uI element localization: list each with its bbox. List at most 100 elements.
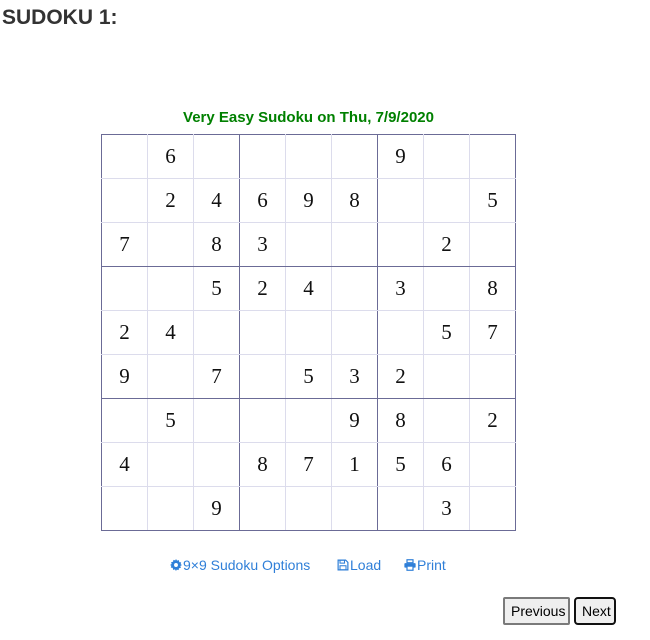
empty-cell[interactable] (147, 354, 194, 399)
empty-cell[interactable] (331, 486, 378, 531)
given-cell[interactable]: 9 (193, 486, 240, 531)
empty-cell[interactable] (147, 486, 194, 531)
given-cell[interactable]: 6 (423, 442, 470, 487)
previous-button[interactable]: Previous (503, 597, 570, 625)
empty-cell[interactable] (147, 222, 194, 267)
empty-cell[interactable] (285, 310, 332, 355)
given-cell[interactable]: 4 (101, 442, 148, 487)
given-cell[interactable]: 4 (147, 310, 194, 355)
empty-cell[interactable] (193, 310, 240, 355)
given-cell[interactable]: 3 (423, 486, 470, 531)
empty-cell[interactable] (101, 486, 148, 531)
empty-cell[interactable] (239, 354, 286, 399)
empty-cell[interactable] (193, 442, 240, 487)
given-cell[interactable]: 7 (193, 354, 240, 399)
empty-cell[interactable] (193, 398, 240, 443)
grid-row: 69 (101, 134, 516, 179)
given-cell[interactable]: 5 (147, 398, 194, 443)
given-cell[interactable]: 7 (101, 222, 148, 267)
empty-cell[interactable] (239, 486, 286, 531)
grid-row: 93 (101, 486, 516, 531)
empty-cell[interactable] (285, 222, 332, 267)
empty-cell[interactable] (331, 266, 378, 311)
given-cell[interactable]: 2 (377, 354, 424, 399)
print-icon (404, 559, 416, 571)
next-button[interactable]: Next (574, 597, 616, 625)
given-cell[interactable]: 5 (377, 442, 424, 487)
empty-cell[interactable] (423, 398, 470, 443)
given-cell[interactable]: 9 (377, 134, 424, 179)
sudoku-options-link[interactable]: 9×9 Sudoku Options (170, 557, 310, 573)
given-cell[interactable]: 9 (331, 398, 378, 443)
empty-cell[interactable] (193, 134, 240, 179)
page-title: SUDOKU 1: (2, 6, 118, 29)
given-cell[interactable]: 5 (423, 310, 470, 355)
print-link[interactable]: Print (404, 557, 446, 573)
given-cell[interactable]: 8 (331, 178, 378, 223)
grid-row: 5 982 (101, 398, 516, 443)
given-cell[interactable]: 2 (101, 310, 148, 355)
empty-cell[interactable] (239, 134, 286, 179)
empty-cell[interactable] (377, 310, 424, 355)
empty-cell[interactable] (469, 442, 516, 487)
empty-cell[interactable] (469, 354, 516, 399)
given-cell[interactable]: 3 (377, 266, 424, 311)
given-cell[interactable]: 4 (285, 266, 332, 311)
given-cell[interactable]: 7 (469, 310, 516, 355)
empty-cell[interactable] (285, 134, 332, 179)
given-cell[interactable]: 4 (193, 178, 240, 223)
empty-cell[interactable] (147, 442, 194, 487)
empty-cell[interactable] (423, 134, 470, 179)
empty-cell[interactable] (423, 266, 470, 311)
empty-cell[interactable] (469, 222, 516, 267)
given-cell[interactable]: 6 (147, 134, 194, 179)
empty-cell[interactable] (101, 134, 148, 179)
empty-cell[interactable] (331, 310, 378, 355)
given-cell[interactable]: 3 (239, 222, 286, 267)
given-cell[interactable]: 9 (285, 178, 332, 223)
empty-cell[interactable] (239, 310, 286, 355)
empty-cell[interactable] (101, 266, 148, 311)
empty-cell[interactable] (101, 398, 148, 443)
empty-cell[interactable] (423, 178, 470, 223)
grid-row: 52438 (101, 266, 516, 311)
given-cell[interactable]: 8 (469, 266, 516, 311)
empty-cell[interactable] (469, 486, 516, 531)
given-cell[interactable]: 7 (285, 442, 332, 487)
given-cell[interactable]: 2 (469, 398, 516, 443)
sudoku-options-label: 9×9 Sudoku Options (183, 557, 311, 573)
given-cell[interactable]: 5 (193, 266, 240, 311)
empty-cell[interactable] (101, 178, 148, 223)
empty-cell[interactable] (331, 134, 378, 179)
grid-row: 783 2 (101, 222, 516, 267)
given-cell[interactable]: 6 (239, 178, 286, 223)
given-cell[interactable]: 8 (377, 398, 424, 443)
empty-cell[interactable] (423, 354, 470, 399)
empty-cell[interactable] (377, 486, 424, 531)
empty-cell[interactable] (285, 398, 332, 443)
load-link[interactable]: Load (337, 557, 381, 573)
load-label: Load (350, 557, 382, 573)
empty-cell[interactable] (469, 134, 516, 179)
given-cell[interactable]: 5 (285, 354, 332, 399)
given-cell[interactable]: 8 (239, 442, 286, 487)
given-cell[interactable]: 2 (147, 178, 194, 223)
given-cell[interactable]: 3 (331, 354, 378, 399)
given-cell[interactable]: 2 (239, 266, 286, 311)
given-cell[interactable]: 2 (423, 222, 470, 267)
save-icon (337, 559, 349, 571)
given-cell[interactable]: 1 (331, 442, 378, 487)
grid-row: 97532 (101, 354, 516, 399)
empty-cell[interactable] (147, 266, 194, 311)
empty-cell[interactable] (239, 398, 286, 443)
given-cell[interactable]: 8 (193, 222, 240, 267)
given-cell[interactable]: 9 (101, 354, 148, 399)
empty-cell[interactable] (331, 222, 378, 267)
gear-icon (170, 559, 182, 571)
empty-cell[interactable] (377, 222, 424, 267)
empty-cell[interactable] (377, 178, 424, 223)
given-cell[interactable]: 5 (469, 178, 516, 223)
grid-row: 24698 5 (101, 178, 516, 223)
sudoku-grid: 69246985783252438245797532598248715693 (101, 134, 516, 531)
empty-cell[interactable] (285, 486, 332, 531)
